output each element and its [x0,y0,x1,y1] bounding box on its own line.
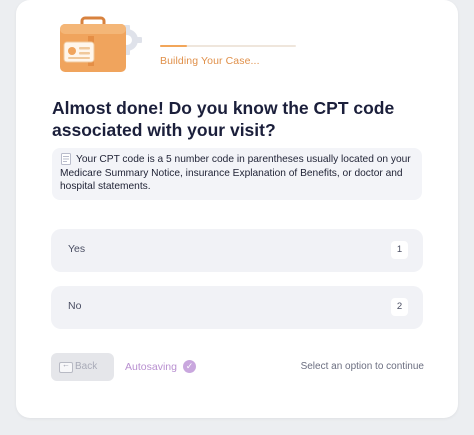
briefcase-gear-illustration [60,16,142,72]
option-no[interactable]: No 2 [51,286,423,329]
back-button-label: Back [75,361,98,372]
option-label: Yes [68,243,86,255]
option-key-badge: 2 [391,298,408,316]
progress-bar [160,45,296,47]
select-option-hint: Select an option to continue [300,361,424,372]
question-title: Almost done! Do you know the CPT code as… [52,98,395,140]
option-key-badge: 1 [391,241,408,259]
hint-text: Your CPT code is a 5 number code in pare… [60,154,411,193]
keyboard-back-icon: ← [59,360,73,373]
option-label: No [68,300,82,312]
progress-bar-fill [160,45,188,47]
hint-box: Your CPT code is a 5 number code in pare… [52,148,422,200]
autosave-status: Autosaving [125,361,177,373]
back-button[interactable]: ← Back [51,353,114,381]
option-yes[interactable]: Yes 1 [51,229,423,272]
status-text: Building Your Case... [160,55,260,67]
id-card-icon [63,41,95,63]
check-icon: ✓ [183,360,196,373]
